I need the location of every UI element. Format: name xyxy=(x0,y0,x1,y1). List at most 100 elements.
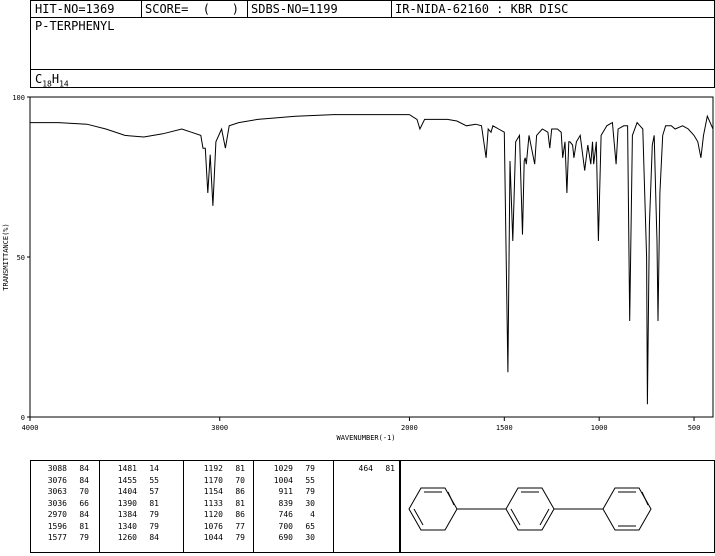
peak-row: 3063 70 xyxy=(37,486,89,498)
peak-row: 1029 79 xyxy=(263,463,315,475)
peak-row: 746 4 xyxy=(263,509,315,521)
peak-row: 839 30 xyxy=(263,498,315,510)
peak-row: 1044 79 xyxy=(193,532,245,544)
benzene-ring-middle xyxy=(505,487,555,531)
x-tick-label: 500 xyxy=(688,424,701,432)
plot-frame xyxy=(29,96,714,418)
peak-row: 3088 84 xyxy=(37,463,89,475)
peak-row: 1260 84 xyxy=(107,532,159,544)
peak-transmittance: 66 xyxy=(79,498,89,508)
peak-wavenumber: 1260 xyxy=(117,533,137,542)
peak-wavenumber: 1390 xyxy=(117,498,137,508)
peak-transmittance: 79 xyxy=(149,521,159,531)
peak-wavenumber: 1004 xyxy=(273,475,293,485)
y-tick-label: 0 xyxy=(21,414,25,422)
peak-wavenumber: 1133 xyxy=(203,498,223,508)
peak-transmittance: 79 xyxy=(305,487,315,496)
peak-wavenumber: 464 xyxy=(358,464,373,473)
peak-wavenumber: 839 xyxy=(278,498,293,508)
peak-row: 1170 70 xyxy=(193,475,245,487)
y-tick-label: 50 xyxy=(17,254,25,262)
peak-wavenumber: 746 xyxy=(278,510,293,519)
peak-wavenumber: 3076 xyxy=(47,475,67,485)
peak-wavenumber: 1192 xyxy=(203,464,223,473)
peak-wavenumber: 1120 xyxy=(203,510,223,519)
benzene-ring-left xyxy=(408,487,458,531)
peak-wavenumber: 1577 xyxy=(47,533,67,542)
peak-transmittance: 86 xyxy=(235,487,245,496)
peak-row: 1481 14 xyxy=(107,463,159,475)
peak-row: 1340 79 xyxy=(107,521,159,533)
x-tick-label: 2000 xyxy=(401,424,418,432)
peak-transmittance: 81 xyxy=(385,464,395,473)
peak-transmittance: 77 xyxy=(235,521,245,531)
peak-transmittance: 84 xyxy=(149,533,159,542)
peak-column-divider xyxy=(333,461,334,552)
peak-column: 1029 79 1004 55 911 79 839 30 746 4 700 65 690 30 xyxy=(263,463,315,544)
peak-transmittance: 14 xyxy=(149,464,159,473)
peak-wavenumber: 911 xyxy=(278,487,293,496)
peak-transmittance: 70 xyxy=(79,487,89,496)
spectrum-series-line xyxy=(30,114,714,405)
peak-wavenumber: 1596 xyxy=(47,521,67,531)
peak-column-divider xyxy=(183,461,184,552)
peak-transmittance: 70 xyxy=(235,475,245,485)
peak-row: 1192 81 xyxy=(193,463,245,475)
x-axis-label: WAVENUMBER(-1) xyxy=(336,434,395,442)
terphenyl-structure xyxy=(408,487,652,531)
peak-transmittance: 79 xyxy=(235,533,245,542)
peak-row: 911 79 xyxy=(263,486,315,498)
peak-column: 3088 84 3076 84 3063 70 3036 66 2970 84 1596 81 1577… xyxy=(37,463,89,544)
peak-wavenumber: 3063 xyxy=(47,487,67,496)
peak-transmittance: 84 xyxy=(79,464,89,473)
peak-transmittance: 4 xyxy=(310,510,315,519)
peak-transmittance: 57 xyxy=(149,487,159,496)
ring-bond xyxy=(510,508,521,526)
peak-row: 1455 55 xyxy=(107,475,159,487)
peak-column: 1481 14 1455 55 1404 57 1390 81 1384 79 1340 79 1260… xyxy=(107,463,159,544)
peak-wavenumber: 1455 xyxy=(117,475,137,485)
ring-bond xyxy=(447,491,455,506)
peak-transmittance: 30 xyxy=(305,498,315,508)
x-tick-label: 4000 xyxy=(22,424,39,432)
peak-row: 3076 84 xyxy=(37,475,89,487)
x-tick-label: 1500 xyxy=(496,424,513,432)
ring-bond xyxy=(539,508,550,526)
benzene-ring-right xyxy=(602,487,652,531)
peak-transmittance: 65 xyxy=(305,521,315,531)
peak-wavenumber: 1029 xyxy=(273,464,293,473)
peak-wavenumber: 3088 xyxy=(47,464,67,473)
peak-wavenumber: 1481 xyxy=(117,464,137,473)
ir-spectrum-chart: 4000 3000 2000 1500 1000 500100500 WAVENUMBER… xyxy=(2,94,714,442)
peak-wavenumber: 2970 xyxy=(47,510,67,519)
peak-row: 700 65 xyxy=(263,521,315,533)
peak-transmittance: 79 xyxy=(79,533,89,542)
peak-wavenumber: 1154 xyxy=(203,487,223,496)
ring-bond xyxy=(413,508,424,526)
peak-row: 1384 79 xyxy=(107,509,159,521)
axes-layer: 4000 3000 2000 1500 1000 500100500 xyxy=(12,94,700,432)
peak-row: 1577 79 xyxy=(37,532,89,544)
peak-row: 1076 77 xyxy=(193,521,245,533)
ring-bond xyxy=(641,491,649,506)
peak-row: 1120 86 xyxy=(193,509,245,521)
peak-wavenumber: 1404 xyxy=(117,487,137,496)
peak-transmittance: 79 xyxy=(305,464,315,473)
peak-table: 3088 84 3076 84 3063 70 3036 66 2970 84 1596 81 1577… xyxy=(30,460,400,553)
peak-wavenumber: 1340 xyxy=(117,521,137,531)
peak-row: 3036 66 xyxy=(37,498,89,510)
peak-wavenumber: 1384 xyxy=(117,510,137,519)
x-tick-label: 1000 xyxy=(591,424,608,432)
peak-row: 2970 84 xyxy=(37,509,89,521)
peak-column: 464 81 xyxy=(343,463,395,475)
peak-transmittance: 79 xyxy=(149,510,159,519)
peak-transmittance: 86 xyxy=(235,510,245,519)
peak-transmittance: 84 xyxy=(79,510,89,519)
peak-transmittance: 84 xyxy=(79,475,89,485)
peak-row: 1404 57 xyxy=(107,486,159,498)
peak-row: 690 30 xyxy=(263,532,315,544)
peak-transmittance: 81 xyxy=(235,498,245,508)
peak-column-divider xyxy=(253,461,254,552)
y-axis-label: TRANSMITTANCE(%) xyxy=(2,223,10,290)
peak-transmittance: 81 xyxy=(235,464,245,473)
